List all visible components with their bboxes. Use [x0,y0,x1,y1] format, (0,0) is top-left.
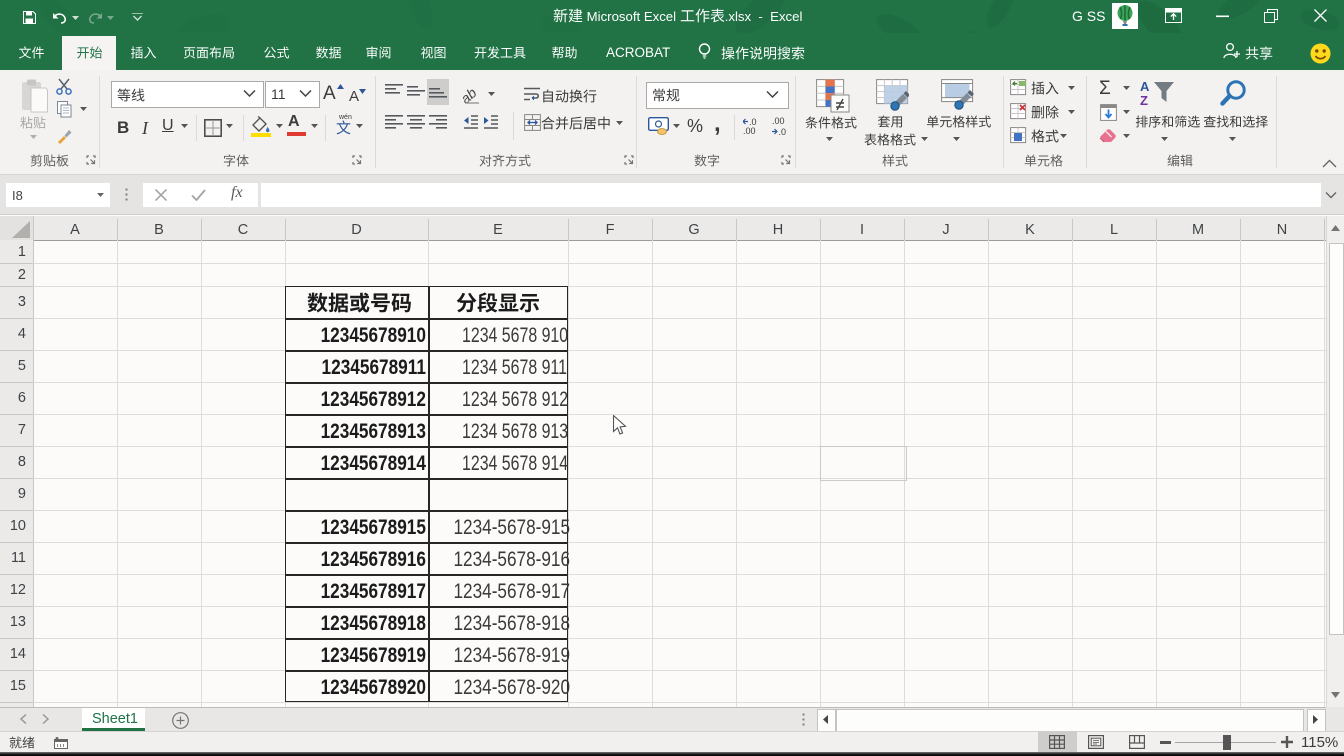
svg-text:.0: .0 [749,117,757,126]
svg-text:ab: ab [463,85,480,105]
svg-text:.0: .0 [779,127,787,136]
